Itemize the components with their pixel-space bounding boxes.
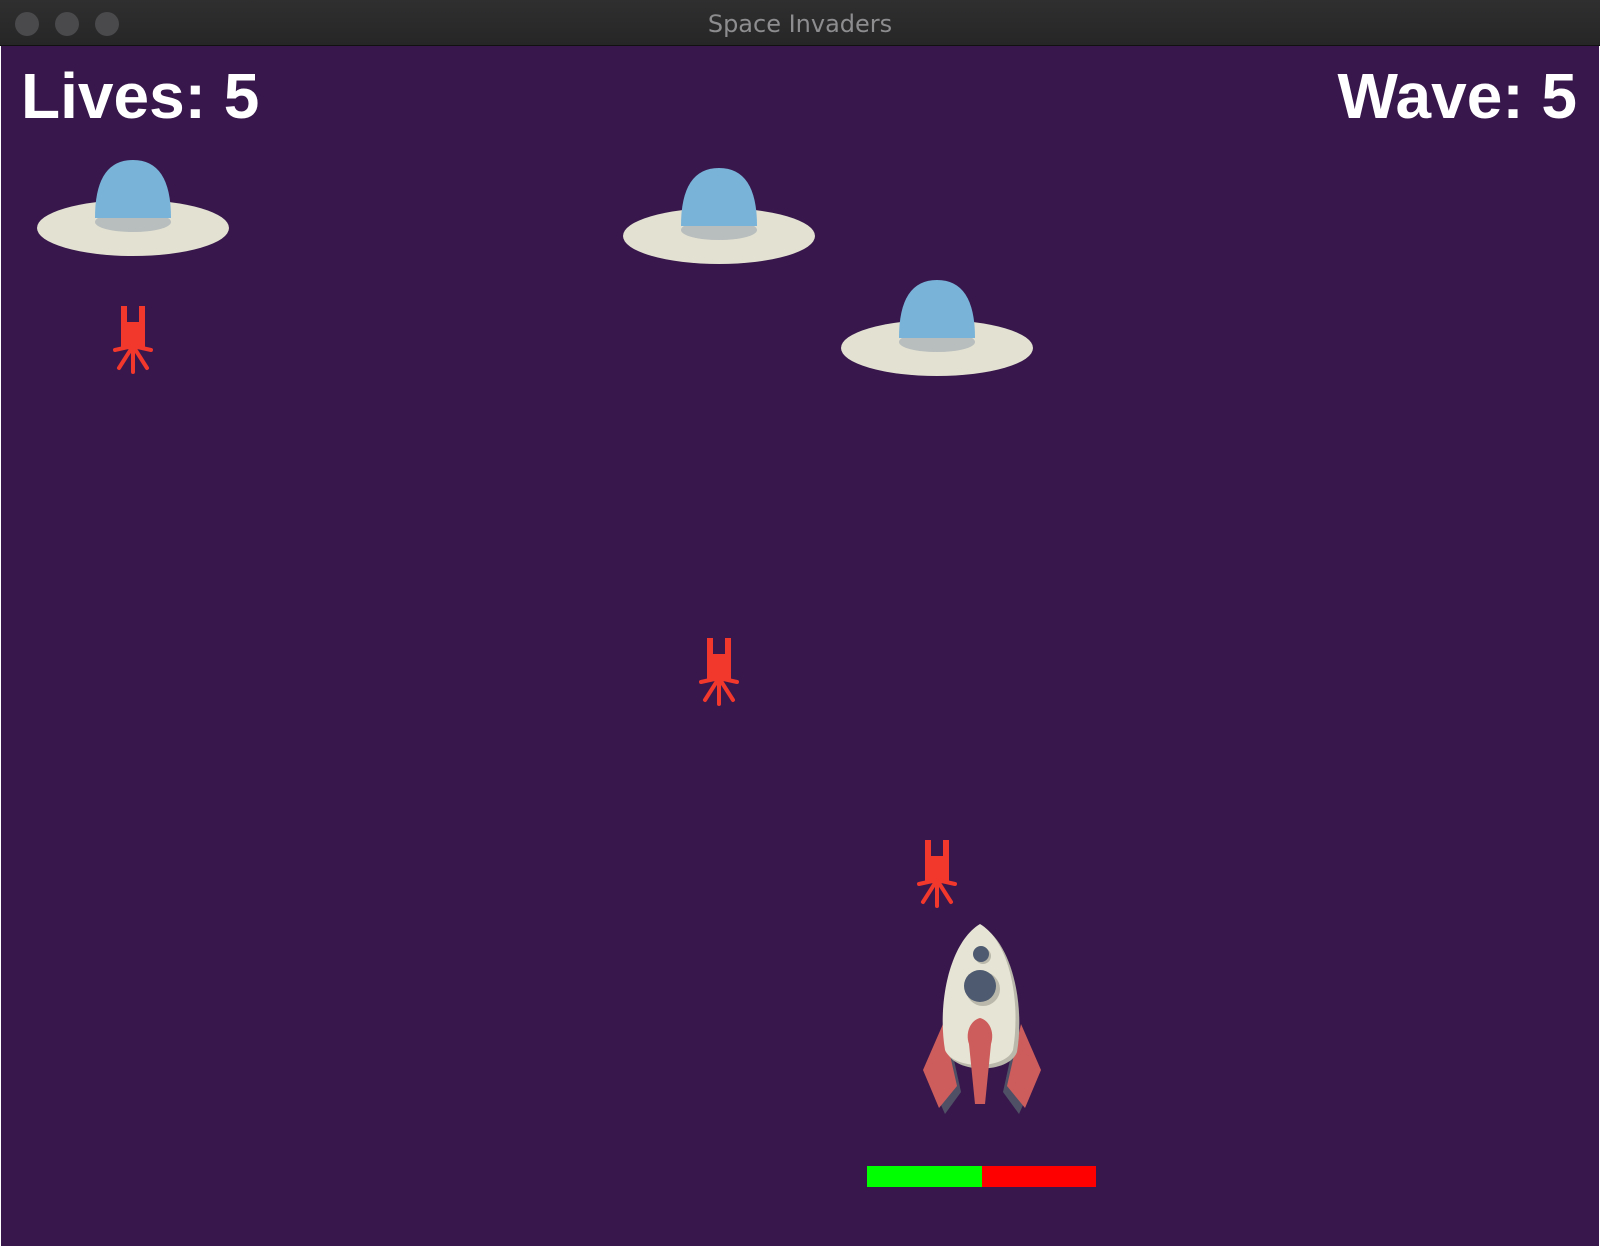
player-health-bar [867, 1166, 1096, 1187]
enemy-bullet-icon [699, 638, 739, 706]
ufo-icon [841, 280, 1033, 376]
ufo-icon [37, 160, 229, 256]
game-canvas[interactable]: Lives: 5 Wave: 5 [1, 46, 1599, 1246]
wave-counter: Wave: 5 [1337, 60, 1578, 132]
rocket-icon[interactable] [917, 924, 1047, 1116]
title-bar[interactable]: Space Invaders [0, 0, 1600, 46]
lives-counter: Lives: 5 [21, 60, 260, 132]
ufo-icon [623, 168, 815, 264]
health-bar-fill [867, 1166, 982, 1187]
enemy-bullet-icon [917, 840, 957, 908]
window-title: Space Invaders [707, 10, 893, 38]
enemy-bullet-icon [113, 306, 153, 374]
app-window: Space Invaders Lives: 5 Wave: 5 [0, 0, 1600, 1248]
